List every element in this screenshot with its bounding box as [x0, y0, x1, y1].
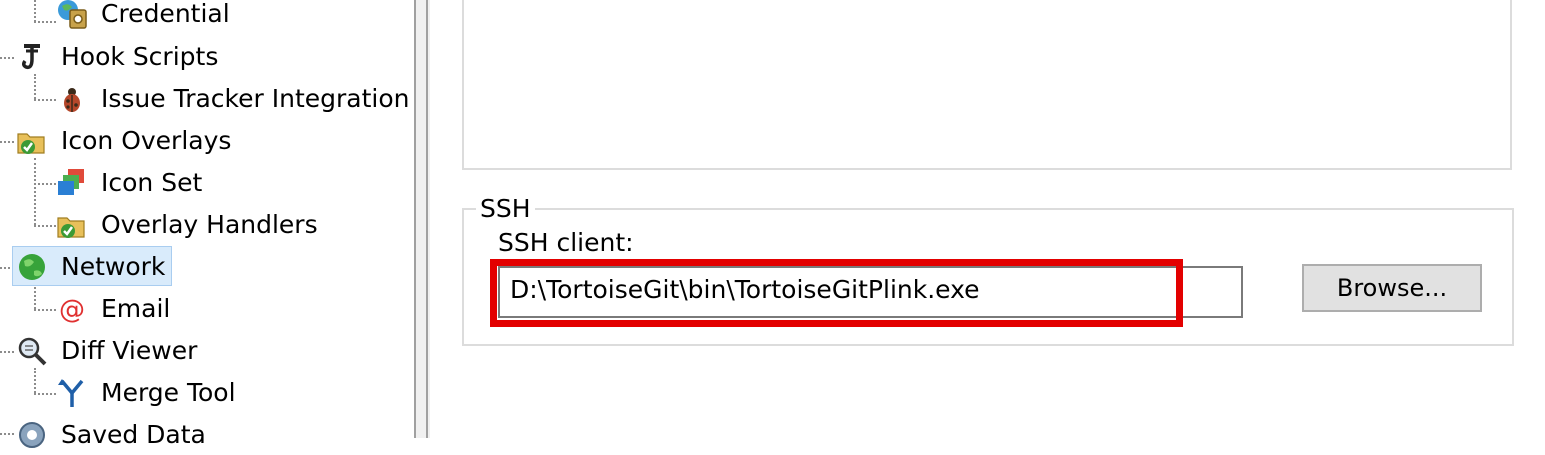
ssh-client-label: SSH client: — [498, 228, 634, 257]
tree-item-issue-tracker[interactable]: Issue Tracker Integration — [56, 80, 412, 118]
ssh-group-label: SSH — [476, 194, 535, 224]
network-settings-page: SSH SSH client: D:\TortoiseGit\bin\Torto… — [430, 0, 1545, 438]
at-icon: @ — [56, 293, 88, 325]
tree-connector — [34, 225, 56, 227]
tree-connector — [0, 351, 14, 353]
tree-item-hook-scripts[interactable]: Hook Scripts — [16, 38, 221, 76]
tree-connector — [0, 433, 14, 435]
folder-check-icon — [16, 125, 48, 157]
tree-item-overlay-handlers[interactable]: Overlay Handlers — [56, 206, 321, 244]
tree-connector — [34, 21, 56, 23]
tree-item-email[interactable]: @ Email — [56, 290, 173, 328]
gear-icon — [16, 419, 48, 451]
browse-button[interactable]: Browse... — [1302, 264, 1482, 312]
hook-icon — [16, 41, 48, 73]
tree-connector — [34, 183, 56, 185]
ssh-client-input[interactable]: D:\TortoiseGit\bin\TortoiseGitPlink.exe — [498, 266, 1243, 318]
tree-item-label: Diff Viewer — [61, 336, 198, 365]
tree-item-credential[interactable]: Credential — [56, 0, 233, 33]
svg-text:@: @ — [59, 295, 85, 325]
tree-item-icon-overlays[interactable]: Icon Overlays — [16, 122, 234, 160]
tree-connector — [34, 0, 36, 22]
splitter-line — [414, 0, 416, 438]
tree-connector — [34, 309, 56, 311]
tree-connector — [0, 141, 14, 143]
tree-item-label: Saved Data — [61, 420, 206, 449]
tree-connector — [34, 284, 36, 309]
bug-icon — [56, 83, 88, 115]
tree-item-label: Credential — [101, 0, 230, 28]
magnifier-icon — [16, 335, 48, 367]
tree-item-merge-tool[interactable]: Merge Tool — [56, 374, 239, 412]
tree-item-label: Hook Scripts — [61, 42, 219, 71]
tree-item-label: Icon Set — [101, 168, 203, 197]
globe-icon — [16, 251, 48, 283]
tree-item-label: Overlay Handlers — [101, 210, 318, 239]
tree-connector — [34, 158, 36, 225]
panel-splitter[interactable] — [414, 0, 430, 438]
tree-connector — [34, 99, 56, 101]
tree-item-label: Network — [61, 252, 166, 281]
tree-connector — [34, 368, 36, 393]
splitter-line — [426, 0, 428, 438]
settings-tree: Credential Hook Scripts Issue Tracker In… — [0, 0, 414, 449]
tree-item-label: Icon Overlays — [61, 126, 232, 155]
tree-connector — [0, 57, 14, 59]
merge-icon — [56, 377, 88, 409]
tree-connector — [34, 393, 56, 395]
icon-set-icon — [56, 167, 88, 199]
tree-connector — [34, 74, 36, 99]
tree-item-label: Email — [101, 294, 171, 323]
proxy-group-box — [462, 0, 1512, 170]
tree-item-label: Merge Tool — [101, 378, 236, 407]
folder-check-icon — [56, 209, 88, 241]
credential-icon — [56, 0, 88, 30]
tree-item-label: Issue Tracker Integration — [101, 84, 410, 113]
tree-item-icon-set[interactable]: Icon Set — [56, 164, 205, 202]
tree-item-network[interactable]: Network — [16, 248, 168, 286]
tree-item-saved-data[interactable]: Saved Data — [16, 416, 209, 454]
tree-item-diff-viewer[interactable]: Diff Viewer — [16, 332, 200, 370]
